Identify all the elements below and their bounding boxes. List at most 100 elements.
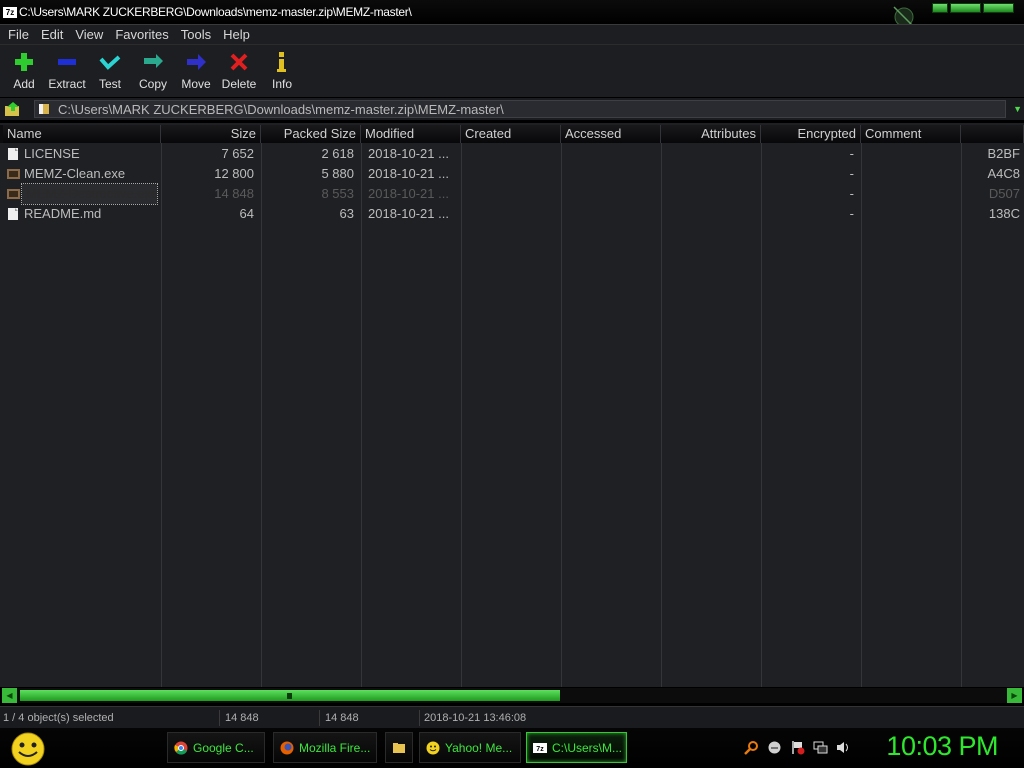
task-folder[interactable]	[385, 732, 413, 763]
task-label: Mozilla Fire...	[299, 740, 371, 755]
file-row[interactable]: README.md 64 63 2018-10-21 ... - 138C	[0, 204, 1024, 224]
column-divider	[361, 143, 362, 687]
task-yahoo-messenger[interactable]: Yahoo! Me...	[419, 732, 521, 763]
x-icon	[227, 50, 251, 74]
column-divider	[561, 143, 562, 687]
column-name[interactable]: Name	[3, 125, 161, 143]
horizontal-scrollbar[interactable]: ◀ ▶	[2, 688, 1022, 703]
scroll-left-button[interactable]: ◀	[2, 688, 17, 703]
column-packed-size[interactable]: Packed Size	[261, 125, 361, 143]
taskbar-clock[interactable]: 10:03 PM	[886, 731, 998, 762]
file-name: MEMZ-Destructive.exe	[21, 183, 158, 205]
start-button[interactable]	[8, 730, 48, 766]
menu-favorites[interactable]: Favorites	[109, 27, 174, 42]
copy-button[interactable]: Copy	[131, 45, 175, 97]
add-button[interactable]: Add	[2, 45, 46, 97]
menu-bar: File Edit View Favorites Tools Help	[0, 24, 1024, 44]
column-attributes[interactable]: Attributes	[661, 125, 761, 143]
arrow-right-icon	[184, 50, 208, 74]
file-name: README.md	[24, 206, 102, 221]
address-bar: C:\Users\MARK ZUCKERBERG\Downloads\memz-…	[0, 98, 1024, 120]
column-accessed[interactable]: Accessed	[561, 125, 661, 143]
7zip-icon: 7z	[533, 742, 547, 753]
file-size: 12 800	[214, 166, 254, 181]
status-packed: 14 848	[322, 710, 420, 726]
up-folder-button[interactable]	[2, 99, 24, 119]
file-crc: A4C8	[987, 166, 1020, 181]
column-created[interactable]: Created	[461, 125, 561, 143]
column-crc[interactable]	[961, 125, 1024, 143]
double-arrow-icon	[141, 50, 165, 74]
file-packed-size: 5 880	[321, 166, 354, 181]
add-label: Add	[13, 77, 35, 91]
info-icon	[270, 50, 294, 74]
column-size[interactable]: Size	[161, 125, 261, 143]
extract-button[interactable]: Extract	[45, 45, 89, 97]
info-button[interactable]: Info	[260, 45, 304, 97]
file-size: 7 652	[221, 146, 254, 161]
menu-help[interactable]: Help	[217, 27, 256, 42]
column-modified[interactable]: Modified	[361, 125, 461, 143]
scroll-thumb[interactable]	[20, 690, 560, 701]
file-packed-size: 63	[339, 206, 354, 221]
text-file-icon	[8, 148, 18, 160]
7zip-app-icon: 7z	[3, 6, 17, 18]
file-row[interactable]: LICENSE 7 652 2 618 2018-10-21 ... - B2B…	[0, 144, 1024, 164]
delete-button[interactable]: Delete	[217, 45, 261, 97]
column-comment[interactable]: Comment	[861, 125, 961, 143]
address-dropdown-icon[interactable]: ▼	[1013, 104, 1022, 114]
move-label: Move	[181, 77, 211, 91]
file-encrypted: -	[849, 146, 854, 161]
file-crc: B2BF	[987, 146, 1020, 161]
status-modified: 2018-10-21 13:46:08	[424, 712, 527, 724]
status-selection: 1 / 4 object(s) selected	[0, 710, 220, 726]
yahoo-messenger-icon	[426, 741, 440, 754]
volume-icon[interactable]	[836, 740, 851, 755]
task-firefox[interactable]: Mozilla Fire...	[273, 732, 377, 763]
search-icon[interactable]	[744, 740, 759, 755]
title-bar: 7z C:\Users\MARK ZUCKERBERG\Downloads\me…	[0, 0, 1024, 28]
check-icon	[98, 50, 122, 74]
move-button[interactable]: Move	[174, 45, 218, 97]
file-crc: D507	[988, 186, 1020, 201]
column-divider	[261, 143, 262, 687]
menu-edit[interactable]: Edit	[35, 27, 69, 42]
status-size: 14 848	[222, 710, 320, 726]
chrome-icon	[174, 741, 188, 755]
minimize-button[interactable]	[932, 3, 948, 13]
menu-file[interactable]: File	[2, 27, 35, 42]
file-list: Name Size Packed Size Modified Created A…	[0, 123, 1024, 687]
svg-text:7z: 7z	[536, 746, 544, 753]
file-name: MEMZ-Clean.exe	[24, 166, 126, 181]
plus-icon	[12, 50, 36, 74]
column-header-row: Name Size Packed Size Modified Created A…	[0, 125, 1024, 143]
test-button[interactable]: Test	[88, 45, 132, 97]
file-encrypted: -	[849, 166, 854, 181]
system-tray	[744, 740, 851, 755]
toolbar: Add Extract Test Copy Move Delete Info	[0, 44, 1024, 97]
column-divider	[161, 143, 162, 687]
file-row-selected[interactable]: MEMZ-Destructive.exe 14 848 8 553 2018-1…	[0, 183, 1024, 205]
column-encrypted[interactable]: Encrypted	[761, 125, 861, 143]
exe-file-icon	[7, 169, 20, 179]
column-divider	[461, 143, 462, 687]
task-chrome[interactable]: Google C...	[167, 732, 265, 763]
network-icon[interactable]	[813, 740, 828, 755]
action-center-flag-icon[interactable]	[790, 740, 805, 755]
address-input[interactable]: C:\Users\MARK ZUCKERBERG\Downloads\memz-…	[34, 100, 1006, 118]
column-divider	[661, 143, 662, 687]
window-title: C:\Users\MARK ZUCKERBERG\Downloads\memz-…	[19, 5, 412, 19]
close-button[interactable]	[983, 3, 1014, 13]
messenger-status-icon[interactable]	[767, 740, 782, 755]
task-7zip[interactable]: 7z C:\Users\M...	[526, 732, 627, 763]
menu-view[interactable]: View	[69, 27, 109, 42]
file-encrypted: -	[849, 186, 854, 201]
file-row[interactable]: MEMZ-Clean.exe 12 800 5 880 2018-10-21 .…	[0, 164, 1024, 184]
column-divider	[861, 143, 862, 687]
text-file-icon	[8, 208, 18, 220]
scroll-right-button[interactable]: ▶	[1007, 688, 1022, 703]
test-label: Test	[98, 77, 121, 91]
maximize-button[interactable]	[950, 3, 981, 13]
menu-tools[interactable]: Tools	[175, 27, 217, 42]
file-packed-size: 8 553	[321, 186, 354, 201]
